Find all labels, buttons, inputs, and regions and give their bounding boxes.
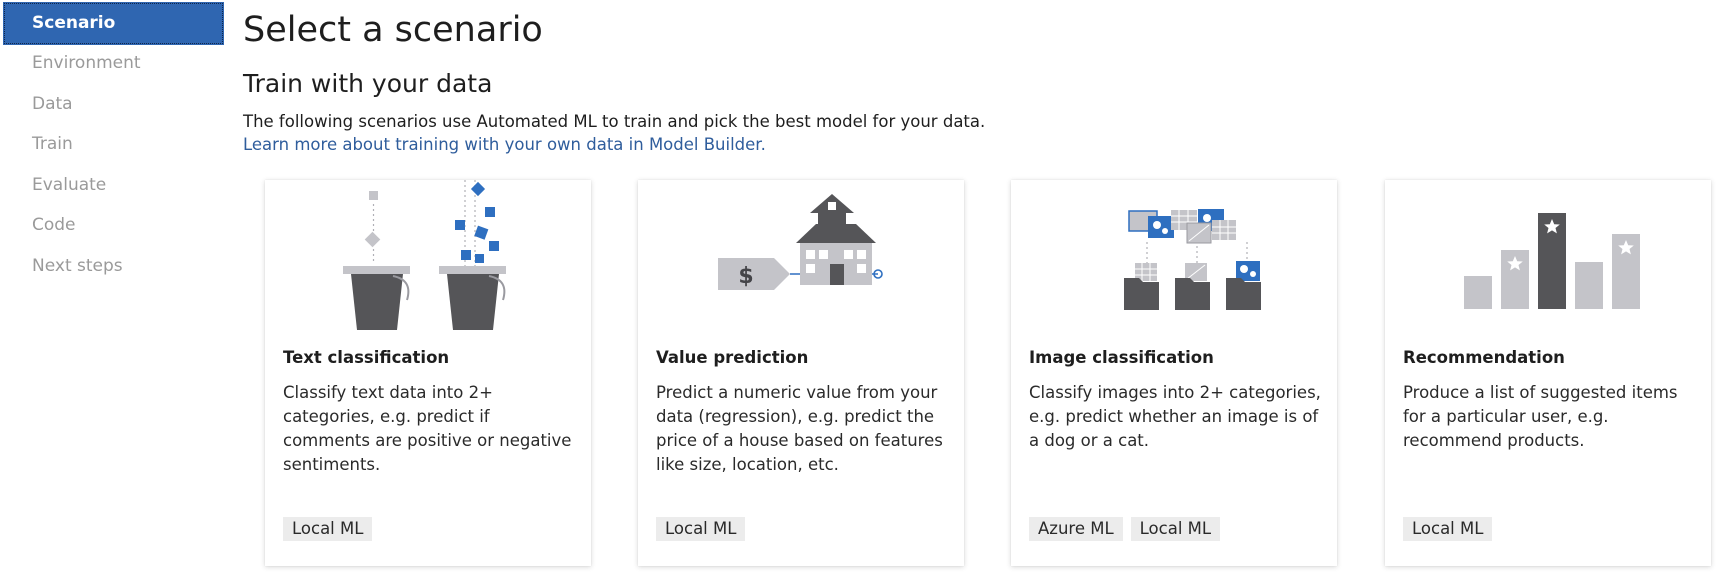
tag-local-ml: Local ML bbox=[1130, 517, 1221, 541]
image-folders-icon bbox=[1124, 209, 1261, 310]
section-title: Train with your data bbox=[243, 69, 493, 98]
nav-step-evaluate[interactable]: Evaluate bbox=[3, 164, 224, 207]
section-description: The following scenarios use Automated ML… bbox=[243, 112, 986, 131]
tag-local-ml: Local ML bbox=[283, 517, 373, 541]
nav-step-environment[interactable]: Environment bbox=[3, 42, 224, 85]
card-title: Value prediction bbox=[656, 348, 809, 367]
tag-local-ml: Local ML bbox=[1403, 517, 1493, 541]
nav-step-scenario[interactable]: Scenario bbox=[3, 2, 224, 45]
house-price-tag-icon: $ bbox=[718, 194, 883, 290]
scenario-card-value-prediction[interactable]: $ Value prediction Predict a numeric val… bbox=[638, 180, 964, 566]
price-symbol: $ bbox=[738, 264, 753, 289]
scenario-card-recommendation[interactable]: Recommendation Produce a list of suggest… bbox=[1385, 180, 1711, 566]
learn-more-link[interactable]: Learn more about training with your own … bbox=[243, 133, 766, 156]
tag-azure-ml: Azure ML bbox=[1029, 517, 1123, 541]
scenario-card-text-classification[interactable]: Text classification Classify text data i… bbox=[265, 180, 591, 566]
page-title: Select a scenario bbox=[243, 10, 543, 50]
card-title: Recommendation bbox=[1403, 348, 1565, 367]
card-description: Produce a list of suggested items for a … bbox=[1403, 383, 1678, 450]
card-title: Image classification bbox=[1029, 348, 1214, 367]
card-description: Predict a numeric value from your data (… bbox=[656, 383, 943, 474]
buckets-icon bbox=[343, 180, 506, 330]
nav-step-data[interactable]: Data bbox=[3, 83, 224, 126]
wizard-step-nav: Scenario Environment Data Train Evaluate… bbox=[0, 0, 226, 585]
card-description: Classify images into 2+ categories, e.g.… bbox=[1029, 383, 1321, 450]
card-description: Classify text data into 2+ categories, e… bbox=[283, 383, 572, 474]
nav-step-train[interactable]: Train bbox=[3, 123, 224, 166]
nav-step-next-steps[interactable]: Next steps bbox=[3, 245, 224, 288]
tag-local-ml: Local ML bbox=[656, 517, 746, 541]
nav-step-code[interactable]: Code bbox=[3, 204, 224, 247]
card-title: Text classification bbox=[283, 348, 450, 367]
star-bars-icon bbox=[1464, 213, 1640, 309]
scenario-card-image-classification[interactable]: Image classification Classify images int… bbox=[1011, 180, 1337, 566]
